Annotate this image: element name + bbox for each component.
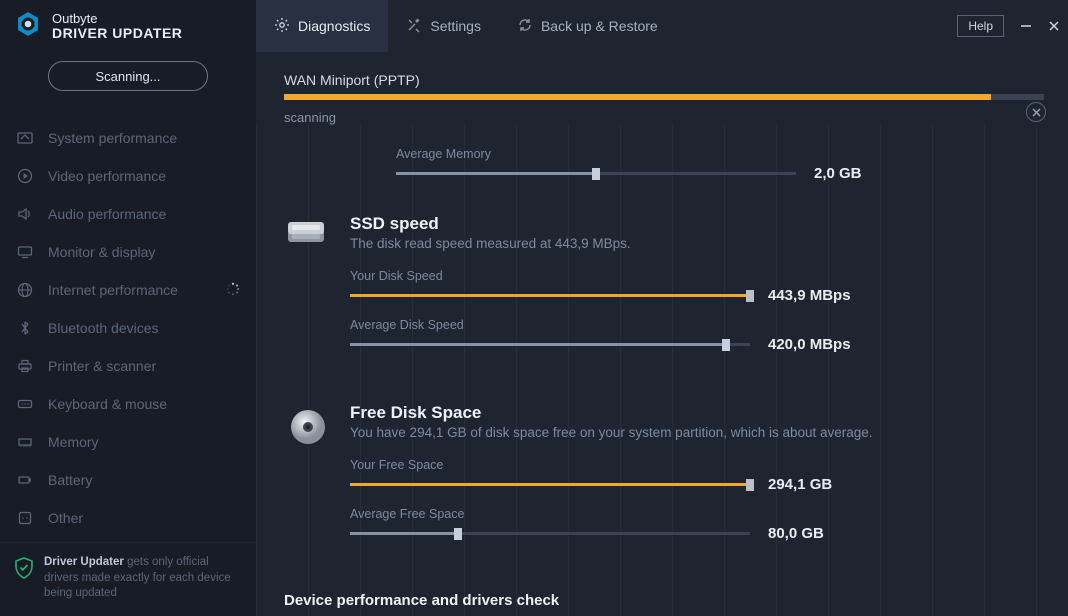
logo-icon bbox=[14, 10, 42, 43]
gauge-icon bbox=[16, 129, 34, 147]
nav-label: Monitor & display bbox=[48, 244, 155, 260]
keyboard-icon bbox=[16, 395, 34, 413]
nav-bluetooth[interactable]: Bluetooth devices bbox=[0, 309, 256, 347]
tab-settings[interactable]: Settings bbox=[388, 0, 499, 52]
nav-label: Printer & scanner bbox=[48, 358, 156, 374]
bluetooth-icon bbox=[16, 319, 34, 337]
globe-icon bbox=[16, 281, 34, 299]
sidebar: Outbyte DRIVER UPDATER Scanning... Syste… bbox=[0, 0, 256, 616]
ssd-icon bbox=[284, 214, 332, 367]
nav-label: Bluetooth devices bbox=[48, 320, 159, 336]
spinner-icon bbox=[226, 282, 240, 299]
scan-title: WAN Miniport (PPTP) bbox=[284, 72, 1040, 88]
sidebar-footer: Driver Updater gets only official driver… bbox=[0, 542, 256, 616]
gear-icon bbox=[274, 17, 290, 36]
memory-avg-row: Average Memory 2,0 GB bbox=[396, 143, 1040, 182]
scan-progress bbox=[284, 94, 1044, 100]
ssd-desc: The disk read speed measured at 443,9 MB… bbox=[350, 236, 1040, 251]
footer-text: Driver Updater gets only official driver… bbox=[44, 555, 242, 602]
nav-label: Other bbox=[48, 510, 83, 526]
scan-cancel-button[interactable] bbox=[1026, 102, 1046, 122]
tab-label: Diagnostics bbox=[298, 18, 370, 34]
scan-area: WAN Miniport (PPTP) scanning bbox=[256, 52, 1068, 125]
ssd-avg-bar bbox=[350, 343, 750, 346]
tab-backup-restore[interactable]: Back up & Restore bbox=[499, 0, 676, 52]
ssd-your-bar bbox=[350, 294, 750, 297]
scan-progress-fill bbox=[284, 94, 991, 100]
nav-label: Battery bbox=[48, 472, 92, 488]
monitor-icon bbox=[16, 243, 34, 261]
nav-memory[interactable]: Memory bbox=[0, 423, 256, 461]
product-line: DRIVER UPDATER bbox=[52, 26, 182, 41]
nav-monitor-display[interactable]: Monitor & display bbox=[0, 233, 256, 271]
ssd-title: SSD speed bbox=[350, 214, 1040, 234]
printer-icon bbox=[16, 357, 34, 375]
nav-label: Video performance bbox=[48, 168, 166, 184]
scanning-button[interactable]: Scanning... bbox=[48, 61, 208, 91]
ssd-avg-value: 420,0 MBps bbox=[768, 336, 851, 353]
play-icon bbox=[16, 167, 34, 185]
avg-memory-value: 2,0 GB bbox=[814, 165, 862, 182]
battery-icon bbox=[16, 471, 34, 489]
nav-list: System performance Video performance Aud… bbox=[0, 119, 256, 537]
tools-icon bbox=[406, 17, 422, 36]
disk-avg-label: Average Free Space bbox=[350, 507, 1040, 521]
disk-block: Free Disk Space You have 294,1 GB of dis… bbox=[284, 403, 1040, 556]
disk-your-bar bbox=[350, 483, 750, 486]
disk-your-label: Your Free Space bbox=[350, 458, 1040, 472]
refresh-icon bbox=[517, 17, 533, 36]
nav-label: Internet performance bbox=[48, 282, 178, 298]
app-logo: Outbyte DRIVER UPDATER bbox=[0, 0, 256, 51]
other-icon bbox=[16, 509, 34, 527]
nav-video-performance[interactable]: Video performance bbox=[0, 157, 256, 195]
disk-icon bbox=[284, 403, 332, 556]
help-button[interactable]: Help bbox=[957, 15, 1004, 37]
nav-battery[interactable]: Battery bbox=[0, 461, 256, 499]
disk-your-value: 294,1 GB bbox=[768, 476, 832, 493]
memory-icon bbox=[16, 433, 34, 451]
nav-label: Audio performance bbox=[48, 206, 166, 222]
disk-title: Free Disk Space bbox=[350, 403, 1040, 423]
section-heading: Device performance and drivers check bbox=[284, 592, 1040, 609]
nav-internet-performance[interactable]: Internet performance bbox=[0, 271, 256, 309]
nav-keyboard-mouse[interactable]: Keyboard & mouse bbox=[0, 385, 256, 423]
minimize-button[interactable] bbox=[1012, 0, 1040, 52]
content[interactable]: Average Memory 2,0 GB bbox=[256, 125, 1068, 616]
nav-label: Keyboard & mouse bbox=[48, 396, 167, 412]
nav-printer-scanner[interactable]: Printer & scanner bbox=[0, 347, 256, 385]
avg-memory-label: Average Memory bbox=[396, 147, 1040, 161]
topbar: Diagnostics Settings Back up & Restore H… bbox=[256, 0, 1068, 52]
tab-label: Back up & Restore bbox=[541, 18, 658, 34]
ssd-your-value: 443,9 MBps bbox=[768, 287, 851, 304]
brand-line: Outbyte bbox=[52, 12, 182, 26]
tab-diagnostics[interactable]: Diagnostics bbox=[256, 0, 388, 52]
tab-label: Settings bbox=[430, 18, 481, 34]
avg-memory-bar bbox=[396, 172, 796, 175]
nav-other[interactable]: Other bbox=[0, 499, 256, 537]
disk-avg-bar bbox=[350, 532, 750, 535]
nav-label: System performance bbox=[48, 130, 177, 146]
nav-label: Memory bbox=[48, 434, 99, 450]
speaker-icon bbox=[16, 205, 34, 223]
nav-system-performance[interactable]: System performance bbox=[0, 119, 256, 157]
disk-avg-value: 80,0 GB bbox=[768, 525, 824, 542]
close-button[interactable] bbox=[1040, 0, 1068, 52]
main: Diagnostics Settings Back up & Restore H… bbox=[256, 0, 1068, 616]
nav-audio-performance[interactable]: Audio performance bbox=[0, 195, 256, 233]
shield-icon bbox=[14, 555, 34, 602]
scan-status: scanning bbox=[284, 110, 1040, 125]
ssd-your-label: Your Disk Speed bbox=[350, 269, 1040, 283]
ssd-avg-label: Average Disk Speed bbox=[350, 318, 1040, 332]
ssd-block: SSD speed The disk read speed measured a… bbox=[284, 214, 1040, 367]
disk-desc: You have 294,1 GB of disk space free on … bbox=[350, 425, 1040, 440]
